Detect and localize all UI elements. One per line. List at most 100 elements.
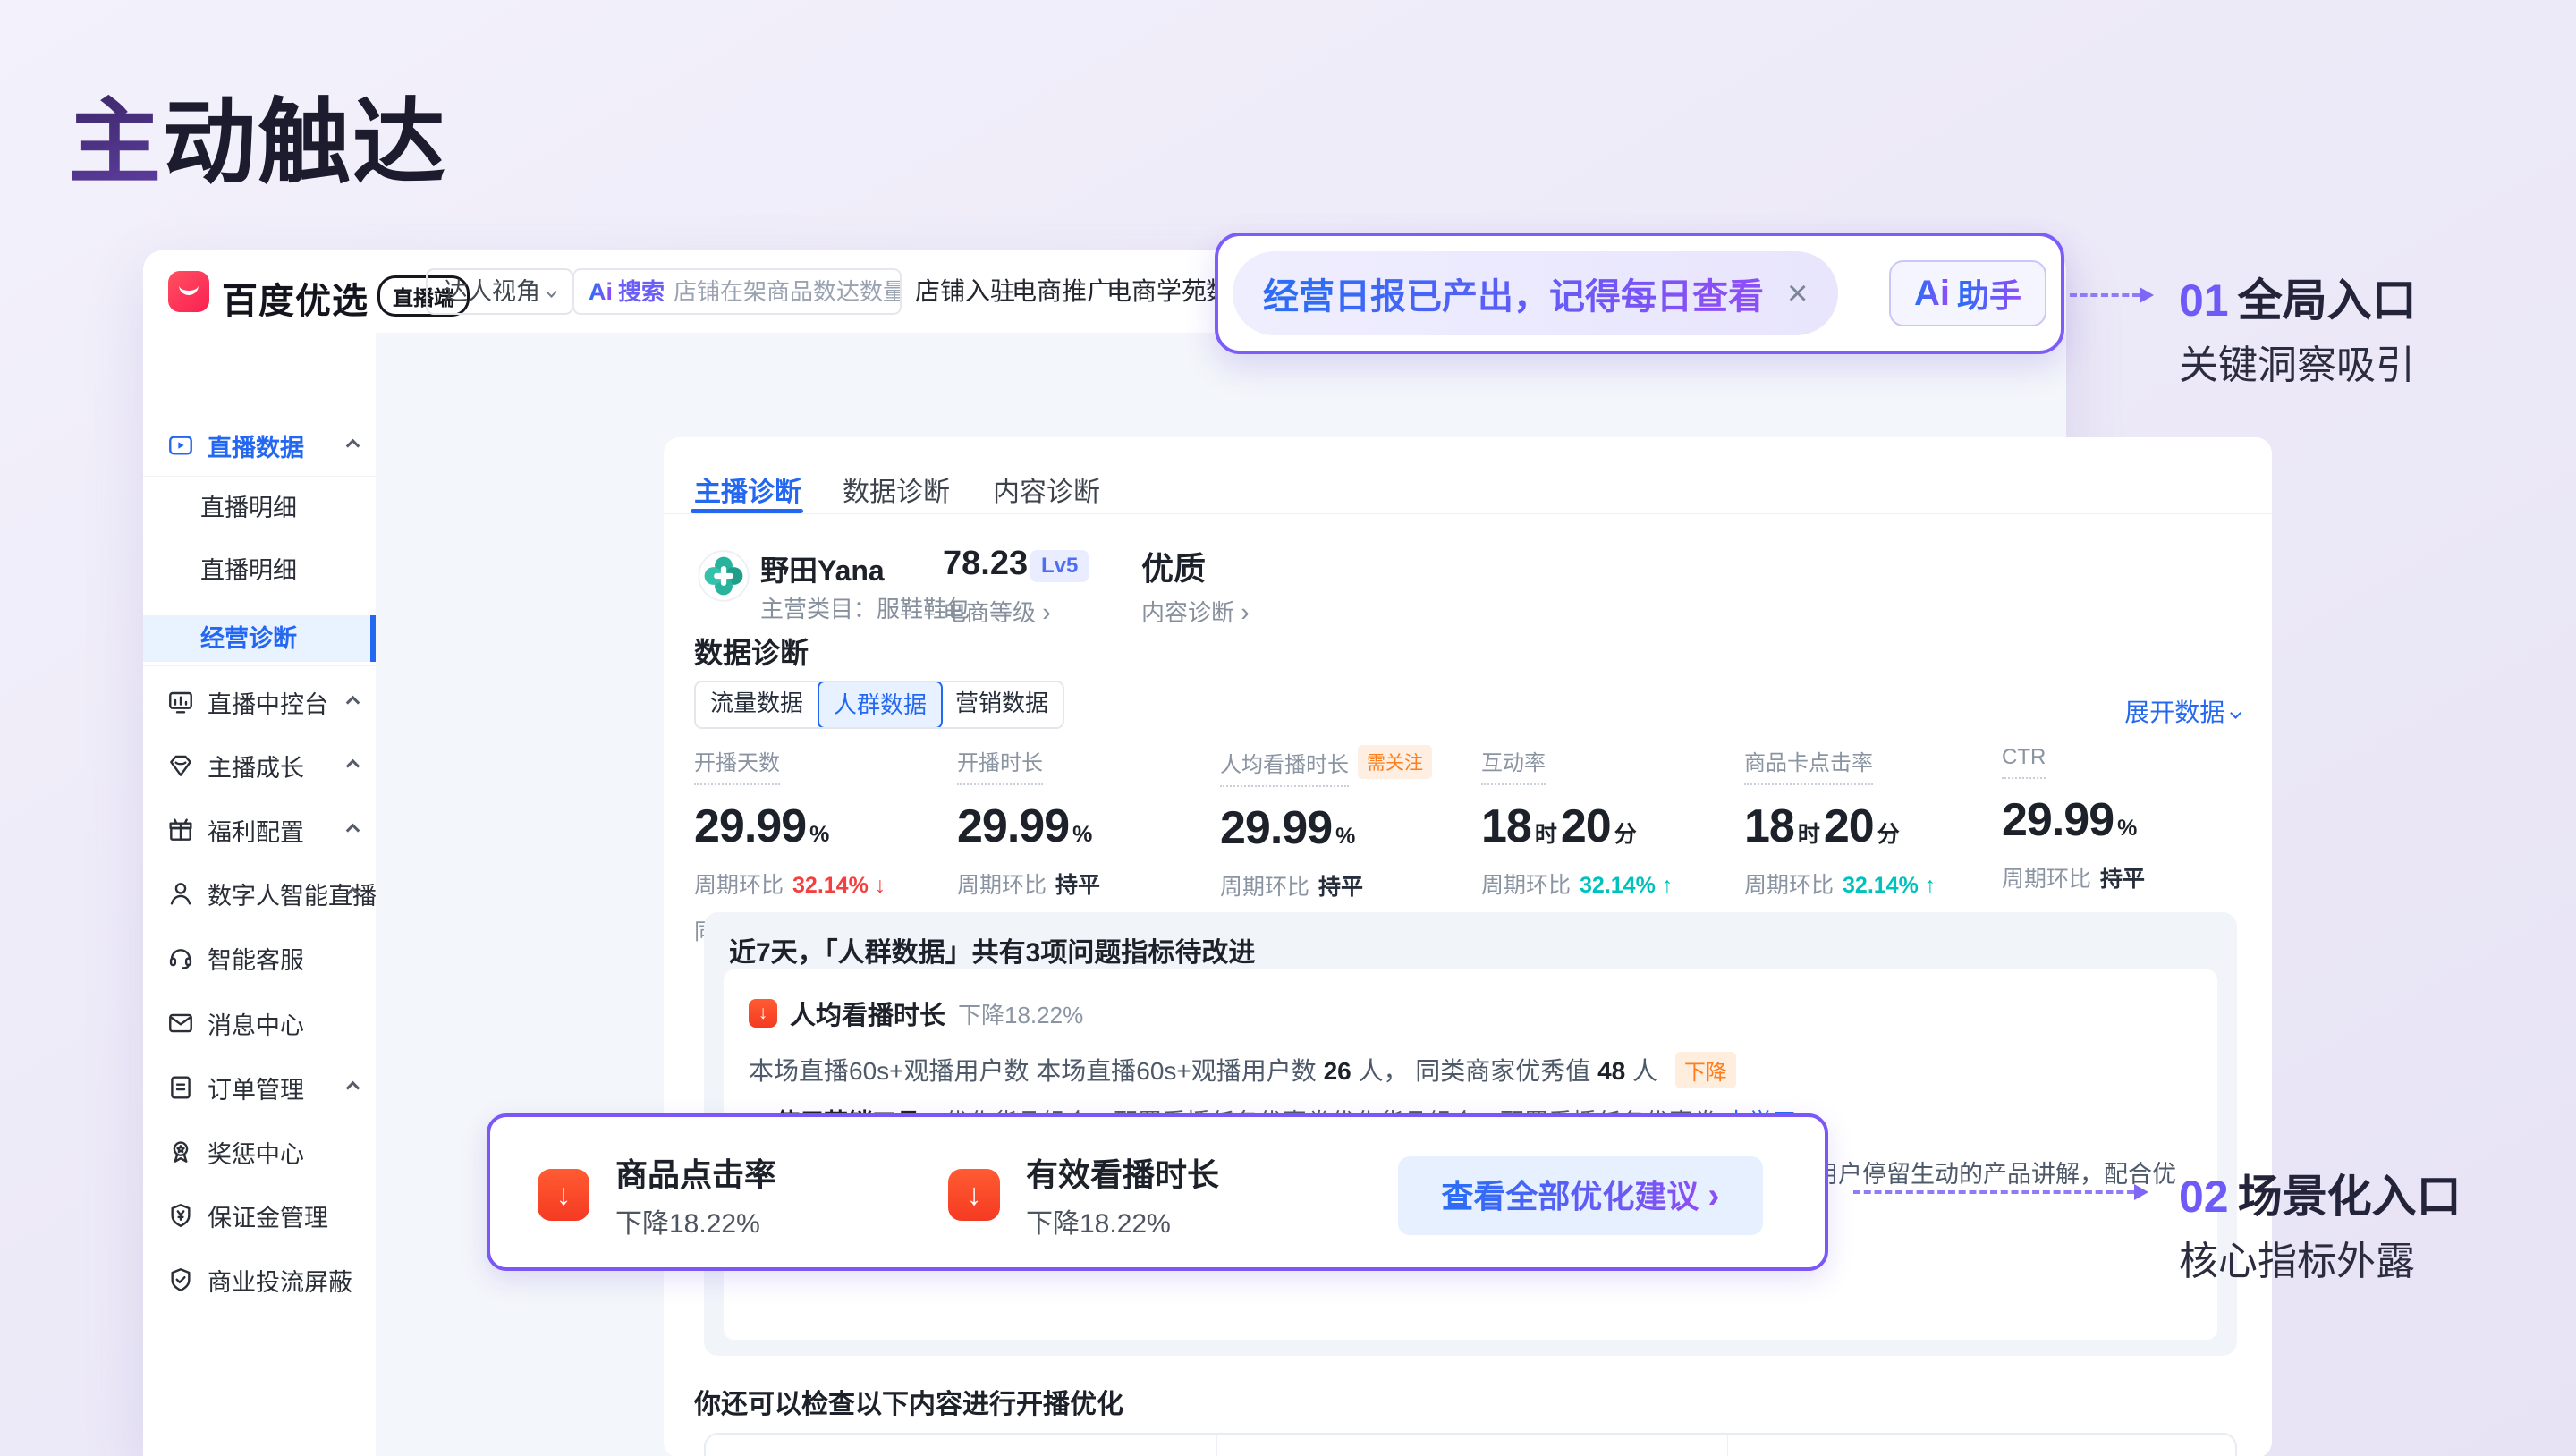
- content-diagnosis-link[interactable]: 内容诊断 ›: [1141, 595, 1250, 628]
- search-label: 搜索: [618, 278, 665, 305]
- segment-marketing[interactable]: 营销数据: [941, 682, 1063, 727]
- brand-logo-icon: [168, 271, 209, 312]
- mail-icon: [166, 1009, 195, 1037]
- shield-check-icon: [166, 1266, 195, 1294]
- perspective-dropdown[interactable]: 达人视角: [426, 268, 573, 315]
- profile-score: 78.23: [943, 545, 1028, 583]
- sidebar-item-deposit-management[interactable]: 保证金管理: [143, 1192, 376, 1239]
- document-icon: [166, 1073, 195, 1102]
- sidebar-item-live-detail-2[interactable]: 直播明细: [143, 547, 376, 594]
- chevron-up-icon: [346, 823, 360, 837]
- highlight-metric-delta: 下降18.22%: [615, 1201, 760, 1240]
- avatar: [698, 550, 750, 602]
- card-ecom-sales-permission[interactable]: 电商带货权限 教程 维护良好带货权限可保障开播权益: [706, 1435, 1216, 1456]
- sidebar-item-message-center[interactable]: 消息中心: [143, 1000, 376, 1046]
- chevron-up-icon: [346, 695, 360, 709]
- annotation-1-title: 01全局入口: [2179, 265, 2417, 329]
- segment-traffic[interactable]: 流量数据: [696, 682, 819, 727]
- sidebar-item-business-diagnosis[interactable]: 经营诊断: [143, 615, 376, 662]
- sidebar-item-reward-center[interactable]: 奖惩中心: [143, 1129, 376, 1175]
- issue-delta: 下降18.22%: [958, 997, 1083, 1030]
- annotation-2-title: 02场景化入口: [2179, 1161, 2462, 1225]
- quality-value: 优质: [1141, 543, 1206, 589]
- chevron-down-icon: [2230, 707, 2241, 719]
- sidebar-item-live-detail-1[interactable]: 直播明细: [143, 485, 376, 531]
- ecom-level-link[interactable]: 电商等级 ›: [943, 595, 1051, 628]
- search-placeholder: 店铺在架商品数达数量...: [674, 278, 902, 305]
- main-area: 主播诊断 数据诊断 内容诊断 野田Yana 主营类目：服鞋鞋包 78.23: [376, 333, 2066, 1456]
- sidebar-item-order-management[interactable]: 订单管理: [143, 1064, 376, 1111]
- daily-report-pill[interactable]: 经营日报已产出，记得每日查看 ×: [1233, 251, 1838, 335]
- arrow-up-icon: ↑: [1662, 873, 1674, 898]
- ai-logo-icon: Ai: [589, 278, 613, 305]
- headset-icon: [166, 944, 195, 972]
- card-merchant-violation-center[interactable]: 商家违规中心 教程 保证行为合规可维持店铺稳定经营: [1216, 1435, 1727, 1456]
- annotation-1-subtitle: 关键洞察吸引: [2179, 333, 2415, 390]
- arrowhead-icon: [2134, 1184, 2148, 1200]
- sidebar-item-host-growth[interactable]: 主播成长: [143, 742, 376, 789]
- profile-name: 野田Yana: [760, 548, 885, 589]
- section-heading: 数据诊断: [694, 631, 809, 672]
- stage: 主动触达 百度优选 直播端 达人视角 Ai搜索店铺在架商品数达数量... 店铺入…: [0, 0, 2576, 1456]
- decline-icon: ↓: [538, 1169, 589, 1221]
- scenario-highlight-box: ↓ 商品点击率 下降18.22% ↓ 有效看播时长 下降18.22% 查看全部优…: [487, 1113, 1828, 1271]
- ai-notification-bubble: 经营日报已产出，记得每日查看 × Ai 助手: [1215, 233, 2064, 354]
- tab-host-diagnosis[interactable]: 主播诊断: [694, 470, 801, 509]
- view-all-suggestions-button[interactable]: 查看全部优化建议 ›: [1398, 1156, 1763, 1235]
- person-icon: [166, 879, 195, 908]
- app-window: 百度优选 直播端 达人视角 Ai搜索店铺在架商品数达数量... 店铺入驻 电商推…: [143, 250, 2066, 1456]
- segment-control: 流量数据 人群数据 营销数据: [694, 681, 1064, 729]
- metric-ctr: CTR 29.99% 周期环比持平 同行对比32.14% ↓: [2002, 745, 2252, 940]
- highlight-metric-name: 有效看播时长: [1026, 1149, 1219, 1196]
- nav-item-store-entry[interactable]: 店铺入驻: [915, 250, 1015, 333]
- card-store-experience-score[interactable]: 店铺体验分 教程 提高体验分有助于获得更多平台倾斜: [1727, 1435, 2239, 1456]
- live-video-icon: [166, 431, 195, 460]
- sidebar-item-ad-flow-block[interactable]: 商业投流屏蔽: [143, 1257, 376, 1303]
- page-title: 主动触达: [68, 66, 447, 201]
- sidebar-item-benefit-config[interactable]: 福利配置: [143, 807, 376, 853]
- nav-item-ecom-promo[interactable]: 电商推广: [1012, 250, 1112, 333]
- dashed-connector: [1853, 1190, 2134, 1194]
- divider: [143, 665, 376, 666]
- tab-data-diagnosis[interactable]: 数据诊断: [843, 470, 950, 509]
- chevron-right-icon: ›: [1707, 1176, 1719, 1215]
- console-icon: [166, 688, 195, 716]
- divider: [664, 513, 2272, 514]
- dashed-connector: [2070, 293, 2140, 297]
- arrowhead-icon: [2140, 287, 2154, 303]
- sidebar-item-live-data[interactable]: 直播数据: [143, 422, 376, 469]
- sidebar-item-digital-human-live[interactable]: 数字人智能直播: [143, 870, 376, 917]
- decline-badge: 下降: [1675, 1052, 1736, 1088]
- notification-message: 经营日报已产出，记得每日查看: [1263, 267, 1764, 319]
- chevron-right-icon: ›: [1241, 598, 1250, 627]
- content-card: 主播诊断 数据诊断 内容诊断 野田Yana 主营类目：服鞋鞋包 78.23: [664, 437, 2272, 1456]
- expand-data-link[interactable]: 展开数据: [2124, 693, 2240, 729]
- sidebar-item-live-console[interactable]: 直播中控台: [143, 679, 376, 725]
- decline-icon: ↓: [749, 999, 777, 1028]
- sidebar-item-smart-service[interactable]: 智能客服: [143, 935, 376, 981]
- search-input[interactable]: Ai搜索店铺在架商品数达数量...: [572, 268, 902, 315]
- gift-icon: [166, 816, 195, 844]
- tab-content-diagnosis[interactable]: 内容诊断: [993, 470, 1100, 509]
- brand-name: 百度优选: [222, 272, 369, 324]
- divider: [143, 476, 376, 477]
- segment-audience[interactable]: 人群数据: [818, 681, 943, 729]
- nav-item-ecom-academy[interactable]: 电商学苑: [1106, 250, 1207, 333]
- gem-icon: [166, 751, 195, 780]
- chevron-down-icon: [546, 286, 557, 298]
- arrow-down-icon: ↓: [875, 873, 886, 898]
- footer-cards: 电商带货权限 教程 维护良好带货权限可保障开播权益 商家违规中心 教程 保证行为…: [704, 1433, 2237, 1456]
- ai-assistant-button[interactable]: Ai 助手: [1889, 260, 2046, 326]
- close-icon[interactable]: ×: [1787, 274, 1808, 314]
- smile-icon: [179, 284, 199, 295]
- medal-icon: [166, 1138, 195, 1166]
- issue-name: 人均看播时长: [790, 995, 945, 1032]
- issue-description: 本场直播60s+观播用户数 本场直播60s+观播用户数 26 人， 同类商家优秀…: [749, 1052, 2192, 1088]
- chevron-up-icon: [346, 758, 360, 773]
- sidebar: 直播数据 直播明细 直播明细 经营诊断 直播中控台 主播成长 福利配置: [143, 333, 376, 1456]
- shield-yuan-icon: [166, 1201, 195, 1230]
- highlight-metric-delta: 下降18.22%: [1026, 1201, 1171, 1240]
- highlight-metric-name: 商品点击率: [615, 1149, 776, 1196]
- decline-icon: ↓: [948, 1169, 1000, 1221]
- level-badge: Lv5: [1030, 550, 1089, 582]
